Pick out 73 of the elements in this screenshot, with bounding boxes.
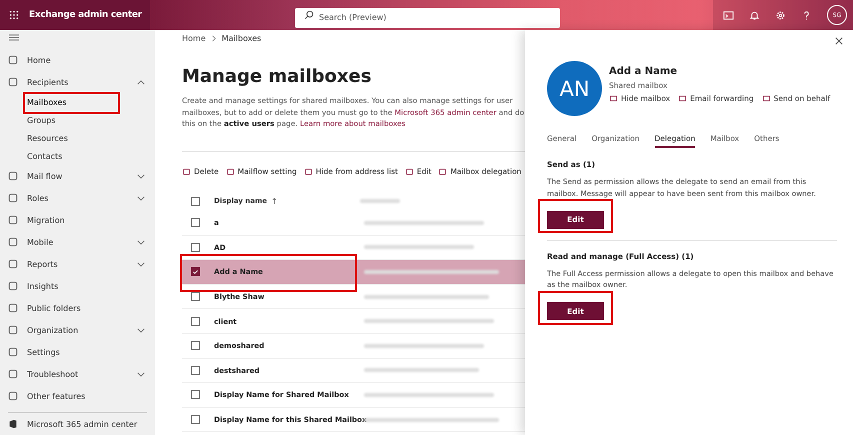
nav-icon (8, 303, 18, 313)
toolbar-icon (182, 166, 191, 176)
nav-icon (8, 325, 18, 335)
checkbox[interactable] (191, 366, 200, 375)
checkbox[interactable] (191, 341, 200, 350)
toolbar-icon (404, 166, 414, 176)
checkbox[interactable] (191, 316, 200, 326)
nav-icon (8, 215, 18, 225)
nav-item[interactable]: Home (27, 56, 51, 64)
chevron-icon[interactable] (137, 196, 145, 200)
nav-subitem[interactable]: Resources (27, 134, 68, 142)
app-title: Exchange admin center (29, 10, 142, 20)
chevron-icon[interactable] (137, 372, 145, 376)
chevron-icon[interactable] (137, 328, 145, 332)
avatar: AN (547, 61, 602, 116)
toolbar-icon (226, 166, 235, 176)
nav-item[interactable]: Mail flow (27, 172, 62, 180)
terminal-icon[interactable] (723, 10, 734, 20)
chevron-icon[interactable] (137, 262, 145, 266)
action-icon (609, 94, 618, 103)
nav-icon (8, 55, 18, 65)
settings-icon[interactable] (775, 10, 786, 20)
chevron-icon[interactable] (137, 174, 145, 178)
nav-item[interactable]: Settings (27, 348, 60, 356)
nav-item[interactable]: Insights (27, 282, 58, 290)
app-launcher-icon[interactable] (9, 10, 19, 20)
nav-item[interactable]: Troubleshoot (27, 370, 78, 378)
toolbar-icon (438, 166, 448, 176)
breadcrumb-current: Mailboxes (222, 34, 262, 42)
nav-icon (8, 391, 18, 401)
search-field[interactable]: Search (Preview) (295, 8, 560, 28)
nav-item[interactable]: Recipients (27, 78, 68, 86)
nav-subitem[interactable]: Contacts (27, 152, 62, 160)
toolbar-icon (304, 166, 313, 176)
close-icon[interactable] (835, 37, 843, 45)
nav-icon (8, 193, 18, 203)
page-title: Manage mailboxes (182, 65, 372, 89)
office-icon (8, 419, 18, 429)
nav-subitem[interactable]: Mailboxes (27, 98, 67, 106)
admin-center-link[interactable]: Microsoft 365 admin center (27, 420, 138, 428)
search-icon (304, 10, 314, 20)
nav-icon (8, 281, 18, 291)
bell-icon[interactable] (749, 10, 760, 20)
nav-item[interactable]: Organization (27, 326, 78, 334)
nav-icon (8, 77, 18, 87)
nav-icon (8, 171, 18, 181)
checkbox[interactable] (191, 242, 200, 252)
nav-item[interactable]: Mobile (27, 238, 54, 246)
nav-subitem[interactable]: Groups (27, 116, 56, 124)
nav-item[interactable]: Reports (27, 260, 58, 268)
nav-item[interactable]: Other features (27, 392, 86, 400)
breadcrumb-link[interactable]: Home (182, 34, 206, 42)
checkbox[interactable] (191, 415, 200, 424)
checkbox[interactable] (191, 292, 200, 302)
nav-icon (8, 369, 18, 379)
checkbox[interactable] (191, 218, 200, 228)
nav-icon (8, 347, 18, 357)
nav-icon (8, 237, 18, 247)
nav-item[interactable]: Public folders (27, 304, 81, 312)
sort-indicator: ↑ (271, 196, 278, 206)
action-icon (678, 94, 688, 103)
chevron-icon (212, 34, 216, 42)
checkbox[interactable] (191, 390, 200, 400)
nav-item[interactable]: Migration (27, 216, 65, 224)
menu-icon[interactable] (9, 34, 19, 41)
action-icon (762, 94, 771, 103)
nav-item[interactable]: Roles (27, 194, 48, 202)
nav-icon (8, 259, 18, 269)
checkbox[interactable] (191, 267, 200, 276)
mailbox-name: Add a Name (609, 66, 678, 77)
checkbox[interactable] (191, 196, 200, 206)
chevron-icon[interactable] (137, 80, 145, 84)
chevron-icon[interactable] (137, 240, 145, 244)
